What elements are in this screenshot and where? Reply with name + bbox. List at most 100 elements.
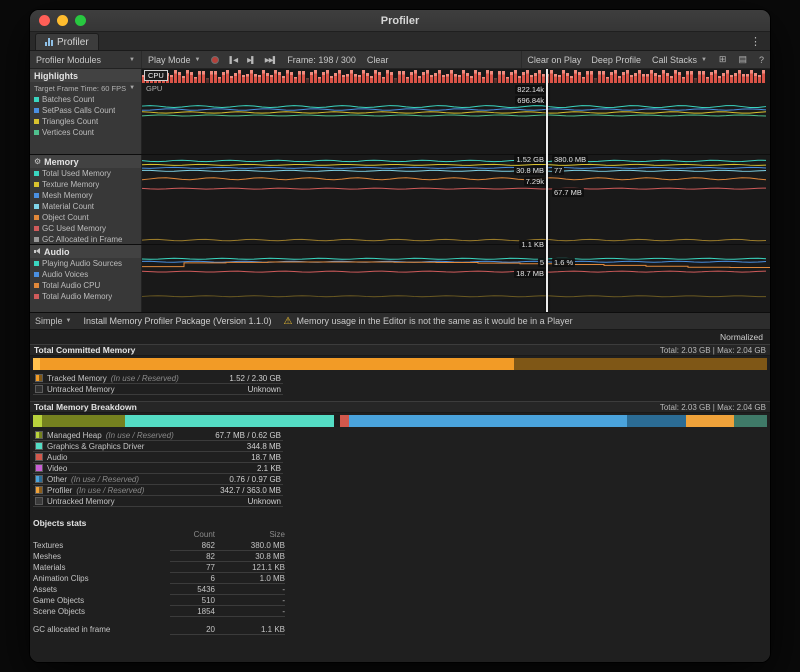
- sidebar-series-item[interactable]: SetPass Calls Count: [30, 105, 141, 116]
- frame-bar[interactable]: [690, 71, 693, 83]
- frame-bar[interactable]: [490, 71, 493, 83]
- frame-bar[interactable]: [394, 78, 397, 84]
- frame-bar[interactable]: [682, 77, 685, 83]
- frame-bar[interactable]: [402, 71, 405, 83]
- frame-bar[interactable]: [306, 78, 309, 83]
- frame-bar[interactable]: [218, 77, 221, 83]
- cpu-row-label[interactable]: CPU: [144, 70, 168, 81]
- frame-bar[interactable]: [370, 76, 373, 84]
- frame-bar[interactable]: [594, 78, 597, 83]
- sidebar-series-item[interactable]: Texture Memory: [30, 179, 141, 190]
- frame-bar[interactable]: [582, 77, 585, 83]
- sidebar-series-item[interactable]: Batches Count: [30, 94, 141, 105]
- frame-bar[interactable]: [466, 73, 469, 83]
- frame-bar[interactable]: [506, 77, 509, 83]
- sidebar-series-item[interactable]: Mesh Memory: [30, 190, 141, 201]
- frame-bar[interactable]: [446, 74, 449, 83]
- frame-bar[interactable]: [654, 73, 657, 83]
- frame-bar[interactable]: [626, 70, 629, 84]
- frame-bar[interactable]: [198, 71, 201, 83]
- minimize-button[interactable]: [57, 15, 68, 26]
- frame-bar[interactable]: [738, 70, 741, 84]
- sidebar-series-item[interactable]: Total Audio Memory: [30, 291, 141, 302]
- frame-bar[interactable]: [554, 74, 557, 84]
- frame-bar[interactable]: [526, 70, 529, 84]
- frame-bar[interactable]: [530, 75, 533, 83]
- frame-bar[interactable]: [746, 74, 749, 83]
- frame-bar[interactable]: [230, 76, 233, 83]
- frame-bar[interactable]: [610, 72, 613, 83]
- frame-bar[interactable]: [762, 70, 765, 84]
- frame-bar[interactable]: [274, 70, 277, 84]
- frame-bar[interactable]: [750, 70, 753, 84]
- frame-bar[interactable]: [318, 77, 321, 83]
- frame-bar[interactable]: [430, 75, 433, 83]
- frame-bar[interactable]: [210, 71, 213, 83]
- gpu-row-label[interactable]: GPU: [146, 84, 162, 93]
- frame-bar[interactable]: [330, 76, 333, 83]
- frame-bar[interactable]: [290, 72, 293, 83]
- frame-bar[interactable]: [206, 78, 209, 83]
- frame-bar[interactable]: [278, 72, 281, 83]
- install-package-button[interactable]: Install Memory Profiler Package (Version…: [83, 316, 271, 326]
- frame-bar[interactable]: [458, 75, 461, 83]
- frame-bar[interactable]: [382, 77, 385, 84]
- frame-bar[interactable]: [722, 73, 725, 84]
- frame-bar[interactable]: [302, 71, 305, 83]
- sidebar-series-item[interactable]: Total Used Memory: [30, 168, 141, 179]
- frame-bar[interactable]: [546, 74, 549, 83]
- close-button[interactable]: [39, 15, 50, 26]
- frame-bar[interactable]: [222, 72, 225, 83]
- sidebar-series-item[interactable]: Object Count: [30, 212, 141, 223]
- frame-bar[interactable]: [698, 71, 701, 83]
- frame-bar[interactable]: [598, 71, 601, 83]
- sidebar-series-item[interactable]: Total Audio CPU: [30, 280, 141, 291]
- zoom-button[interactable]: [75, 15, 86, 26]
- frame-bar[interactable]: [758, 75, 761, 83]
- frame-bar[interactable]: [242, 75, 245, 83]
- frame-bar[interactable]: [502, 71, 505, 83]
- frame-bar[interactable]: [566, 73, 569, 83]
- frame-bar[interactable]: [334, 73, 337, 83]
- sidebar-series-item[interactable]: Triangles Count: [30, 116, 141, 127]
- next-frame-button[interactable]: ▶▌: [242, 51, 260, 68]
- frame-bar[interactable]: [410, 72, 413, 83]
- target-frame-time-dropdown[interactable]: Target Frame Time: 60 FPS ▼: [30, 82, 141, 94]
- window-titlebar[interactable]: Profiler: [30, 10, 770, 32]
- frame-bar[interactable]: [266, 73, 269, 83]
- frame-bar[interactable]: [270, 75, 273, 83]
- frame-bar[interactable]: [338, 70, 341, 84]
- frame-bar[interactable]: [314, 70, 317, 84]
- record-button[interactable]: [206, 51, 224, 68]
- frame-bar[interactable]: [194, 77, 197, 83]
- frame-bar[interactable]: [562, 70, 565, 84]
- module-header-memory[interactable]: ⚙ Memory: [30, 155, 141, 168]
- frame-bar[interactable]: [294, 77, 297, 83]
- frame-bar[interactable]: [726, 70, 729, 84]
- frame-bar[interactable]: [494, 78, 497, 83]
- frame-bar[interactable]: [542, 74, 545, 83]
- frame-bar[interactable]: [354, 74, 357, 83]
- frame-bar[interactable]: [326, 70, 329, 84]
- frame-bar[interactable]: [414, 70, 417, 84]
- overflow-menu-icon[interactable]: ⋮: [741, 35, 770, 48]
- sidebar-series-item[interactable]: Audio Voices: [30, 269, 141, 280]
- frame-bar[interactable]: [510, 72, 513, 83]
- deep-profile-toggle[interactable]: Deep Profile: [586, 51, 646, 68]
- memory-chart[interactable]: [142, 155, 770, 244]
- frame-bar[interactable]: [754, 73, 757, 83]
- frame-bar[interactable]: [434, 73, 437, 83]
- module-header-audio[interactable]: Audio: [30, 245, 141, 258]
- frame-bar[interactable]: [642, 74, 645, 83]
- frame-bar[interactable]: [182, 76, 185, 83]
- frame-bar[interactable]: [462, 70, 465, 84]
- frame-bar[interactable]: [574, 70, 577, 84]
- memory-breakdown-bar[interactable]: [33, 415, 767, 427]
- frame-bar[interactable]: [578, 72, 581, 83]
- layout-icon[interactable]: ▤: [732, 51, 753, 68]
- frame-bar[interactable]: [374, 70, 377, 84]
- frame-bar[interactable]: [730, 75, 733, 83]
- help-icon[interactable]: ?: [753, 51, 770, 68]
- frame-bar[interactable]: [674, 70, 677, 84]
- prev-frame-button[interactable]: ▌◀: [224, 51, 242, 68]
